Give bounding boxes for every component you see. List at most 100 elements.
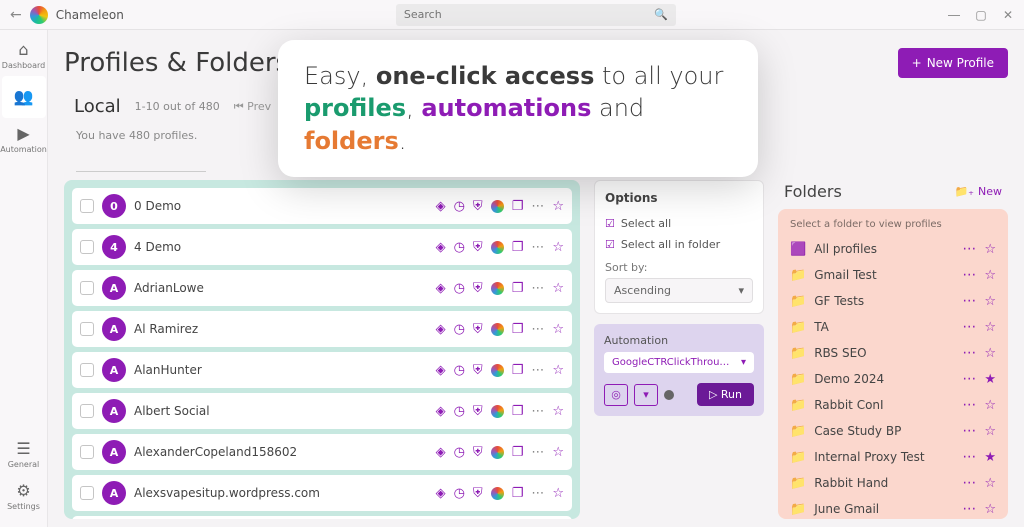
- copy-icon[interactable]: ❐: [512, 404, 524, 419]
- shield-icon[interactable]: ⛨: [473, 404, 483, 419]
- folder-row[interactable]: 📁Rabbit Hand⋯☆: [786, 470, 1000, 496]
- chrome-icon[interactable]: [491, 446, 504, 459]
- profile-row[interactable]: AAlexanderCopeland158602◈◷⛨❐⋯☆: [72, 434, 572, 470]
- star-icon[interactable]: ☆: [984, 268, 996, 283]
- profile-row[interactable]: AAlfredoCalderon◈◷⛨❐⋯☆: [72, 516, 572, 519]
- checkbox[interactable]: [80, 281, 94, 295]
- shield-icon[interactable]: ⛨: [473, 445, 483, 460]
- star-icon[interactable]: ☆: [984, 398, 996, 413]
- filter-input[interactable]: [76, 152, 206, 172]
- automation-select[interactable]: GoogleCTRClickThrou… ▾: [604, 352, 754, 373]
- browser-icon-button[interactable]: ◎: [604, 384, 628, 406]
- star-icon[interactable]: ☆: [552, 281, 564, 296]
- diamond-icon[interactable]: ◈: [436, 363, 446, 378]
- star-icon[interactable]: ☆: [552, 486, 564, 501]
- select-all-folder[interactable]: ☑ Select all in folder: [605, 234, 753, 255]
- shield-icon[interactable]: ⛨: [473, 486, 483, 501]
- profile-row[interactable]: AAdrianLowe◈◷⛨❐⋯☆: [72, 270, 572, 306]
- run-button[interactable]: ▷ Run: [697, 383, 754, 406]
- folder-row[interactable]: 📁Rabbit ConI⋯☆: [786, 392, 1000, 418]
- more-icon[interactable]: ⋯: [962, 345, 976, 361]
- clock-icon[interactable]: ◷: [454, 486, 465, 501]
- more-icon[interactable]: ⋯: [531, 199, 544, 214]
- diamond-icon[interactable]: ◈: [436, 404, 446, 419]
- nav-profiles[interactable]: 👥: [2, 76, 46, 118]
- shield-icon[interactable]: ⛨: [473, 363, 483, 378]
- clock-icon[interactable]: ◷: [454, 322, 465, 337]
- folder-row[interactable]: 📁Internal Proxy Test⋯★: [786, 444, 1000, 470]
- profile-row[interactable]: 00 Demo◈◷⛨❐⋯☆: [72, 188, 572, 224]
- checkbox[interactable]: [80, 322, 94, 336]
- more-icon[interactable]: ⋯: [531, 322, 544, 337]
- folder-row[interactable]: 📁Gmail Test⋯☆: [786, 262, 1000, 288]
- page-prev[interactable]: ⏮ Prev: [234, 100, 271, 114]
- chrome-icon[interactable]: [491, 364, 504, 377]
- more-icon[interactable]: ⋯: [962, 267, 976, 283]
- shield-icon[interactable]: ⛨: [473, 240, 483, 255]
- chrome-icon[interactable]: [491, 241, 504, 254]
- more-icon[interactable]: ⋯: [531, 363, 544, 378]
- select-all[interactable]: ☑ Select all: [605, 213, 753, 234]
- sort-select[interactable]: Ascending ▾: [605, 278, 753, 303]
- star-icon[interactable]: ☆: [552, 363, 564, 378]
- profile-row[interactable]: AAlbert Social◈◷⛨❐⋯☆: [72, 393, 572, 429]
- star-icon[interactable]: ☆: [984, 294, 996, 309]
- star-icon[interactable]: ☆: [552, 240, 564, 255]
- minimize-icon[interactable]: ―: [948, 8, 960, 22]
- more-icon[interactable]: ⋯: [531, 281, 544, 296]
- nav-settings[interactable]: ⚙ Settings: [2, 475, 46, 517]
- nav-general[interactable]: ☰ General: [2, 433, 46, 475]
- close-icon[interactable]: ✕: [1002, 8, 1014, 22]
- checkbox[interactable]: [80, 486, 94, 500]
- shield-icon[interactable]: ⛨: [473, 322, 483, 337]
- folder-row[interactable]: 📁TA⋯☆: [786, 314, 1000, 340]
- clock-icon[interactable]: ◷: [454, 404, 465, 419]
- new-folder-button[interactable]: 📁₊ New: [954, 185, 1002, 198]
- more-icon[interactable]: ⋯: [962, 501, 976, 517]
- copy-icon[interactable]: ❐: [512, 363, 524, 378]
- diamond-icon[interactable]: ◈: [436, 322, 446, 337]
- star-icon[interactable]: ☆: [984, 502, 996, 517]
- checkbox[interactable]: [80, 199, 94, 213]
- checkbox[interactable]: [80, 445, 94, 459]
- back-arrow-icon[interactable]: ←: [10, 7, 22, 23]
- new-profile-button[interactable]: + New Profile: [898, 48, 1008, 78]
- clock-icon[interactable]: ◷: [454, 240, 465, 255]
- more-icon[interactable]: ⋯: [962, 241, 976, 257]
- copy-icon[interactable]: ❐: [512, 199, 524, 214]
- clock-icon[interactable]: ◷: [454, 199, 465, 214]
- checkbox[interactable]: [80, 240, 94, 254]
- chrome-icon[interactable]: [491, 282, 504, 295]
- star-icon[interactable]: ☆: [984, 346, 996, 361]
- folder-row[interactable]: 📁RBS SEO⋯☆: [786, 340, 1000, 366]
- shield-icon[interactable]: ⛨: [473, 281, 483, 296]
- more-icon[interactable]: ⋯: [531, 486, 544, 501]
- search-input[interactable]: [404, 8, 654, 21]
- more-icon[interactable]: ⋯: [531, 240, 544, 255]
- star-icon[interactable]: ☆: [984, 242, 996, 257]
- star-icon[interactable]: ☆: [984, 320, 996, 335]
- star-icon[interactable]: ★: [984, 450, 996, 465]
- star-icon[interactable]: ☆: [984, 424, 996, 439]
- more-icon[interactable]: ⋯: [962, 475, 976, 491]
- folder-row[interactable]: 📁June Gmail⋯☆: [786, 496, 1000, 519]
- star-icon[interactable]: ☆: [552, 445, 564, 460]
- star-icon[interactable]: ☆: [552, 404, 564, 419]
- folder-row[interactable]: 📁GF Tests⋯☆: [786, 288, 1000, 314]
- clock-icon[interactable]: ◷: [454, 281, 465, 296]
- more-icon[interactable]: ⋯: [531, 404, 544, 419]
- chrome-icon[interactable]: [491, 405, 504, 418]
- more-icon[interactable]: ⋯: [531, 445, 544, 460]
- diamond-icon[interactable]: ◈: [436, 445, 446, 460]
- chevron-down-button[interactable]: ▾: [634, 384, 658, 406]
- folder-row[interactable]: 📁Demo 2024⋯★: [786, 366, 1000, 392]
- diamond-icon[interactable]: ◈: [436, 281, 446, 296]
- diamond-icon[interactable]: ◈: [436, 240, 446, 255]
- chrome-icon[interactable]: [491, 200, 504, 213]
- nav-dashboard[interactable]: ⌂ Dashboard: [2, 34, 46, 76]
- search-input-wrap[interactable]: 🔍: [396, 4, 676, 26]
- profile-row[interactable]: AAl Ramirez◈◷⛨❐⋯☆: [72, 311, 572, 347]
- diamond-icon[interactable]: ◈: [436, 199, 446, 214]
- copy-icon[interactable]: ❐: [512, 240, 524, 255]
- more-icon[interactable]: ⋯: [962, 397, 976, 413]
